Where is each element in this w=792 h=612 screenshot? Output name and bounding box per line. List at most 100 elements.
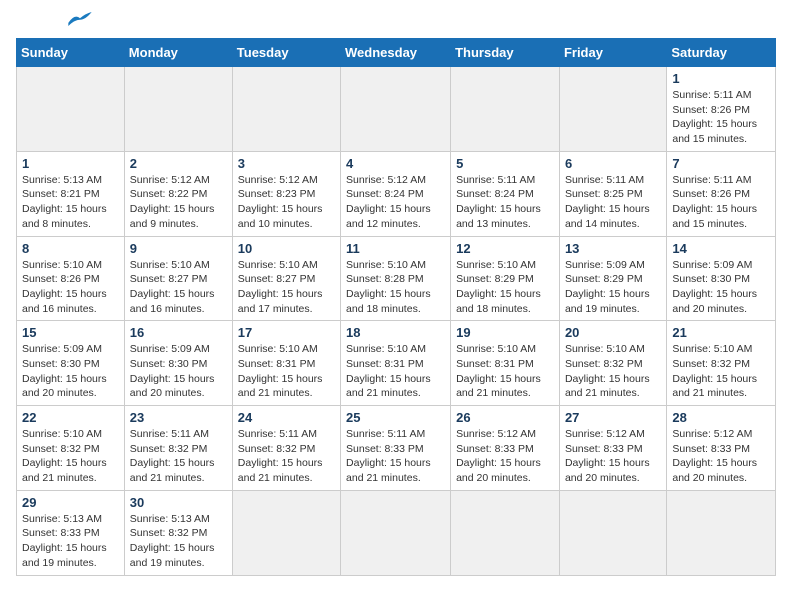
calendar-cell: 27 Sunrise: 5:12 AMSunset: 8:33 PMDaylig… (559, 406, 666, 491)
calendar-cell (559, 67, 666, 152)
day-detail: Sunrise: 5:11 AMSunset: 8:33 PMDaylight:… (346, 427, 445, 486)
calendar-week-row: 1 Sunrise: 5:11 AMSunset: 8:26 PMDayligh… (17, 67, 776, 152)
day-number: 27 (565, 410, 661, 425)
calendar-cell: 25 Sunrise: 5:11 AMSunset: 8:33 PMDaylig… (341, 406, 451, 491)
calendar-cell: 3 Sunrise: 5:12 AMSunset: 8:23 PMDayligh… (232, 151, 340, 236)
day-detail: Sunrise: 5:10 AMSunset: 8:31 PMDaylight:… (238, 342, 335, 401)
calendar-cell: 8 Sunrise: 5:10 AMSunset: 8:26 PMDayligh… (17, 236, 125, 321)
day-detail: Sunrise: 5:11 AMSunset: 8:26 PMDaylight:… (672, 173, 770, 232)
day-number: 18 (346, 325, 445, 340)
day-detail: Sunrise: 5:10 AMSunset: 8:28 PMDaylight:… (346, 258, 445, 317)
day-detail: Sunrise: 5:12 AMSunset: 8:33 PMDaylight:… (565, 427, 661, 486)
calendar-cell: 7 Sunrise: 5:11 AMSunset: 8:26 PMDayligh… (667, 151, 776, 236)
weekday-header-monday: Monday (124, 39, 232, 67)
weekday-header-wednesday: Wednesday (341, 39, 451, 67)
day-number: 12 (456, 241, 554, 256)
day-number: 1 (22, 156, 119, 171)
day-number: 5 (456, 156, 554, 171)
day-number: 24 (238, 410, 335, 425)
calendar-cell: 15 Sunrise: 5:09 AMSunset: 8:30 PMDaylig… (17, 321, 125, 406)
calendar-cell (451, 490, 560, 575)
calendar-week-row: 1 Sunrise: 5:13 AMSunset: 8:21 PMDayligh… (17, 151, 776, 236)
calendar-cell: 21 Sunrise: 5:10 AMSunset: 8:32 PMDaylig… (667, 321, 776, 406)
calendar-cell (667, 490, 776, 575)
day-detail: Sunrise: 5:13 AMSunset: 8:33 PMDaylight:… (22, 512, 119, 571)
day-detail: Sunrise: 5:10 AMSunset: 8:27 PMDaylight:… (130, 258, 227, 317)
calendar-cell (451, 67, 560, 152)
calendar-cell: 23 Sunrise: 5:11 AMSunset: 8:32 PMDaylig… (124, 406, 232, 491)
day-number: 20 (565, 325, 661, 340)
day-detail: Sunrise: 5:10 AMSunset: 8:29 PMDaylight:… (456, 258, 554, 317)
calendar-cell (341, 67, 451, 152)
calendar-cell (341, 490, 451, 575)
calendar-table: SundayMondayTuesdayWednesdayThursdayFrid… (16, 38, 776, 576)
day-detail: Sunrise: 5:12 AMSunset: 8:23 PMDaylight:… (238, 173, 335, 232)
day-number: 14 (672, 241, 770, 256)
day-detail: Sunrise: 5:10 AMSunset: 8:32 PMDaylight:… (22, 427, 119, 486)
calendar-cell: 6 Sunrise: 5:11 AMSunset: 8:25 PMDayligh… (559, 151, 666, 236)
weekday-header-tuesday: Tuesday (232, 39, 340, 67)
day-number: 21 (672, 325, 770, 340)
weekday-header-sunday: Sunday (17, 39, 125, 67)
weekday-header-friday: Friday (559, 39, 666, 67)
calendar-cell: 4 Sunrise: 5:12 AMSunset: 8:24 PMDayligh… (341, 151, 451, 236)
day-detail: Sunrise: 5:12 AMSunset: 8:24 PMDaylight:… (346, 173, 445, 232)
day-detail: Sunrise: 5:09 AMSunset: 8:30 PMDaylight:… (22, 342, 119, 401)
calendar-cell: 16 Sunrise: 5:09 AMSunset: 8:30 PMDaylig… (124, 321, 232, 406)
calendar-cell: 22 Sunrise: 5:10 AMSunset: 8:32 PMDaylig… (17, 406, 125, 491)
day-detail: Sunrise: 5:10 AMSunset: 8:27 PMDaylight:… (238, 258, 335, 317)
day-number: 8 (22, 241, 119, 256)
calendar-cell: 17 Sunrise: 5:10 AMSunset: 8:31 PMDaylig… (232, 321, 340, 406)
day-number: 29 (22, 495, 119, 510)
day-detail: Sunrise: 5:10 AMSunset: 8:31 PMDaylight:… (456, 342, 554, 401)
calendar-body: 1 Sunrise: 5:11 AMSunset: 8:26 PMDayligh… (17, 67, 776, 576)
calendar-week-row: 29 Sunrise: 5:13 AMSunset: 8:33 PMDaylig… (17, 490, 776, 575)
day-detail: Sunrise: 5:13 AMSunset: 8:32 PMDaylight:… (130, 512, 227, 571)
calendar-cell: 2 Sunrise: 5:12 AMSunset: 8:22 PMDayligh… (124, 151, 232, 236)
calendar-cell: 12 Sunrise: 5:10 AMSunset: 8:29 PMDaylig… (451, 236, 560, 321)
day-detail: Sunrise: 5:11 AMSunset: 8:32 PMDaylight:… (238, 427, 335, 486)
calendar-cell: 29 Sunrise: 5:13 AMSunset: 8:33 PMDaylig… (17, 490, 125, 575)
calendar-cell: 14 Sunrise: 5:09 AMSunset: 8:30 PMDaylig… (667, 236, 776, 321)
day-detail: Sunrise: 5:13 AMSunset: 8:21 PMDaylight:… (22, 173, 119, 232)
calendar-week-row: 15 Sunrise: 5:09 AMSunset: 8:30 PMDaylig… (17, 321, 776, 406)
day-detail: Sunrise: 5:11 AMSunset: 8:32 PMDaylight:… (130, 427, 227, 486)
calendar-cell (232, 490, 340, 575)
day-number: 25 (346, 410, 445, 425)
calendar-cell: 10 Sunrise: 5:10 AMSunset: 8:27 PMDaylig… (232, 236, 340, 321)
calendar-cell (124, 67, 232, 152)
header (16, 16, 776, 26)
calendar-cell: 24 Sunrise: 5:11 AMSunset: 8:32 PMDaylig… (232, 406, 340, 491)
day-detail: Sunrise: 5:10 AMSunset: 8:32 PMDaylight:… (672, 342, 770, 401)
calendar-cell: 1 Sunrise: 5:13 AMSunset: 8:21 PMDayligh… (17, 151, 125, 236)
calendar-cell: 20 Sunrise: 5:10 AMSunset: 8:32 PMDaylig… (559, 321, 666, 406)
calendar-cell: 30 Sunrise: 5:13 AMSunset: 8:32 PMDaylig… (124, 490, 232, 575)
day-number: 30 (130, 495, 227, 510)
logo (16, 16, 92, 26)
day-number: 26 (456, 410, 554, 425)
calendar-week-row: 22 Sunrise: 5:10 AMSunset: 8:32 PMDaylig… (17, 406, 776, 491)
calendar-cell: 28 Sunrise: 5:12 AMSunset: 8:33 PMDaylig… (667, 406, 776, 491)
day-number: 6 (565, 156, 661, 171)
day-number: 2 (130, 156, 227, 171)
calendar-cell: 18 Sunrise: 5:10 AMSunset: 8:31 PMDaylig… (341, 321, 451, 406)
calendar-cell (232, 67, 340, 152)
day-detail: Sunrise: 5:09 AMSunset: 8:30 PMDaylight:… (672, 258, 770, 317)
day-number: 3 (238, 156, 335, 171)
day-number: 9 (130, 241, 227, 256)
calendar-cell (17, 67, 125, 152)
day-detail: Sunrise: 5:10 AMSunset: 8:32 PMDaylight:… (565, 342, 661, 401)
day-number: 28 (672, 410, 770, 425)
day-detail: Sunrise: 5:12 AMSunset: 8:33 PMDaylight:… (456, 427, 554, 486)
day-detail: Sunrise: 5:09 AMSunset: 8:30 PMDaylight:… (130, 342, 227, 401)
weekday-header-saturday: Saturday (667, 39, 776, 67)
day-detail: Sunrise: 5:09 AMSunset: 8:29 PMDaylight:… (565, 258, 661, 317)
day-detail: Sunrise: 5:10 AMSunset: 8:31 PMDaylight:… (346, 342, 445, 401)
day-number: 19 (456, 325, 554, 340)
calendar-week-row: 8 Sunrise: 5:10 AMSunset: 8:26 PMDayligh… (17, 236, 776, 321)
day-detail: Sunrise: 5:10 AMSunset: 8:26 PMDaylight:… (22, 258, 119, 317)
day-number: 16 (130, 325, 227, 340)
weekday-header-thursday: Thursday (451, 39, 560, 67)
day-number: 23 (130, 410, 227, 425)
calendar-cell: 1 Sunrise: 5:11 AMSunset: 8:26 PMDayligh… (667, 67, 776, 152)
